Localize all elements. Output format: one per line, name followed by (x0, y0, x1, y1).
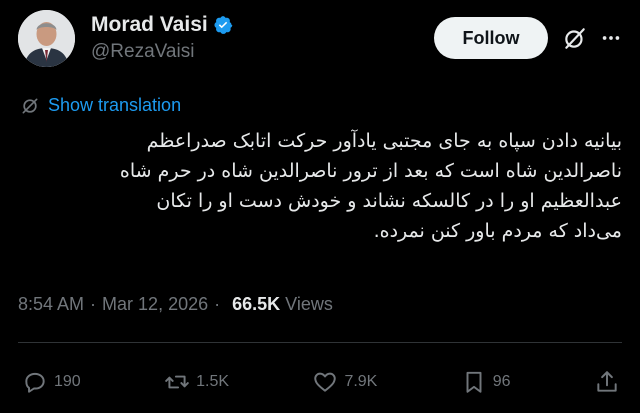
divider (18, 342, 622, 343)
display-name[interactable]: Morad Vaisi (91, 12, 208, 38)
repost-button[interactable]: 1.5K (164, 369, 229, 395)
verified-badge-icon (213, 15, 233, 35)
tweet-text: بیانیه دادن سپاه به جای مجتبی یادآور حرک… (14, 126, 622, 246)
show-translation-link[interactable]: Show translation (20, 95, 181, 116)
name-row: Morad Vaisi (91, 12, 233, 38)
tweet-meta: 8:54 AM · Mar 12, 2026 · 66.5K Views (18, 294, 333, 315)
meta-separator: · (214, 294, 221, 314)
tweet-line: عبدالعظیم او را در کالسکه نشاند و خودش د… (156, 190, 622, 212)
like-count: 7.9K (344, 373, 378, 390)
avatar[interactable] (18, 9, 75, 67)
share-button[interactable] (594, 369, 620, 395)
repost-icon (165, 375, 189, 389)
reply-button[interactable]: 190 (22, 369, 81, 395)
action-bar: 190 1.5K 7.9K 96 (22, 365, 620, 399)
reply-count: 190 (54, 373, 81, 390)
header-actions: Follow (434, 17, 626, 59)
grok-icon[interactable] (560, 23, 590, 53)
bookmark-icon (466, 371, 482, 393)
tweet-time[interactable]: 8:54 AM (18, 294, 84, 315)
tweet-date[interactable]: Mar 12, 2026 (102, 294, 208, 315)
more-icon[interactable] (596, 23, 626, 53)
tweet-line: بیانیه دادن سپاه به جای مجتبی یادآور حرک… (146, 130, 622, 152)
translate-icon (22, 98, 38, 113)
show-translation-label: Show translation (48, 95, 182, 115)
bookmark-count: 96 (492, 373, 511, 390)
tweet-line: ناصرالدین شاه است که بعد از ترور ناصرالد… (119, 160, 622, 182)
author-handle[interactable]: @RezaVaisi (91, 40, 233, 64)
tweet-header: Morad Vaisi @RezaVaisi Follow (18, 8, 626, 68)
repost-count: 1.5K (196, 373, 230, 390)
tweet-line: می‌داد که مردم باور کنن نمرده. (373, 220, 622, 242)
heart-icon (314, 372, 337, 392)
views-label: Views (285, 294, 333, 314)
bookmark-button[interactable]: 96 (461, 369, 511, 395)
avatar-image (18, 9, 75, 67)
like-button[interactable]: 7.9K (312, 369, 377, 395)
author-names: Morad Vaisi @RezaVaisi (91, 12, 233, 64)
views-count: 66.5K (232, 294, 281, 314)
follow-button[interactable]: Follow (434, 17, 548, 59)
reply-icon (25, 372, 45, 393)
meta-separator: · (90, 294, 97, 314)
share-icon (597, 371, 617, 392)
